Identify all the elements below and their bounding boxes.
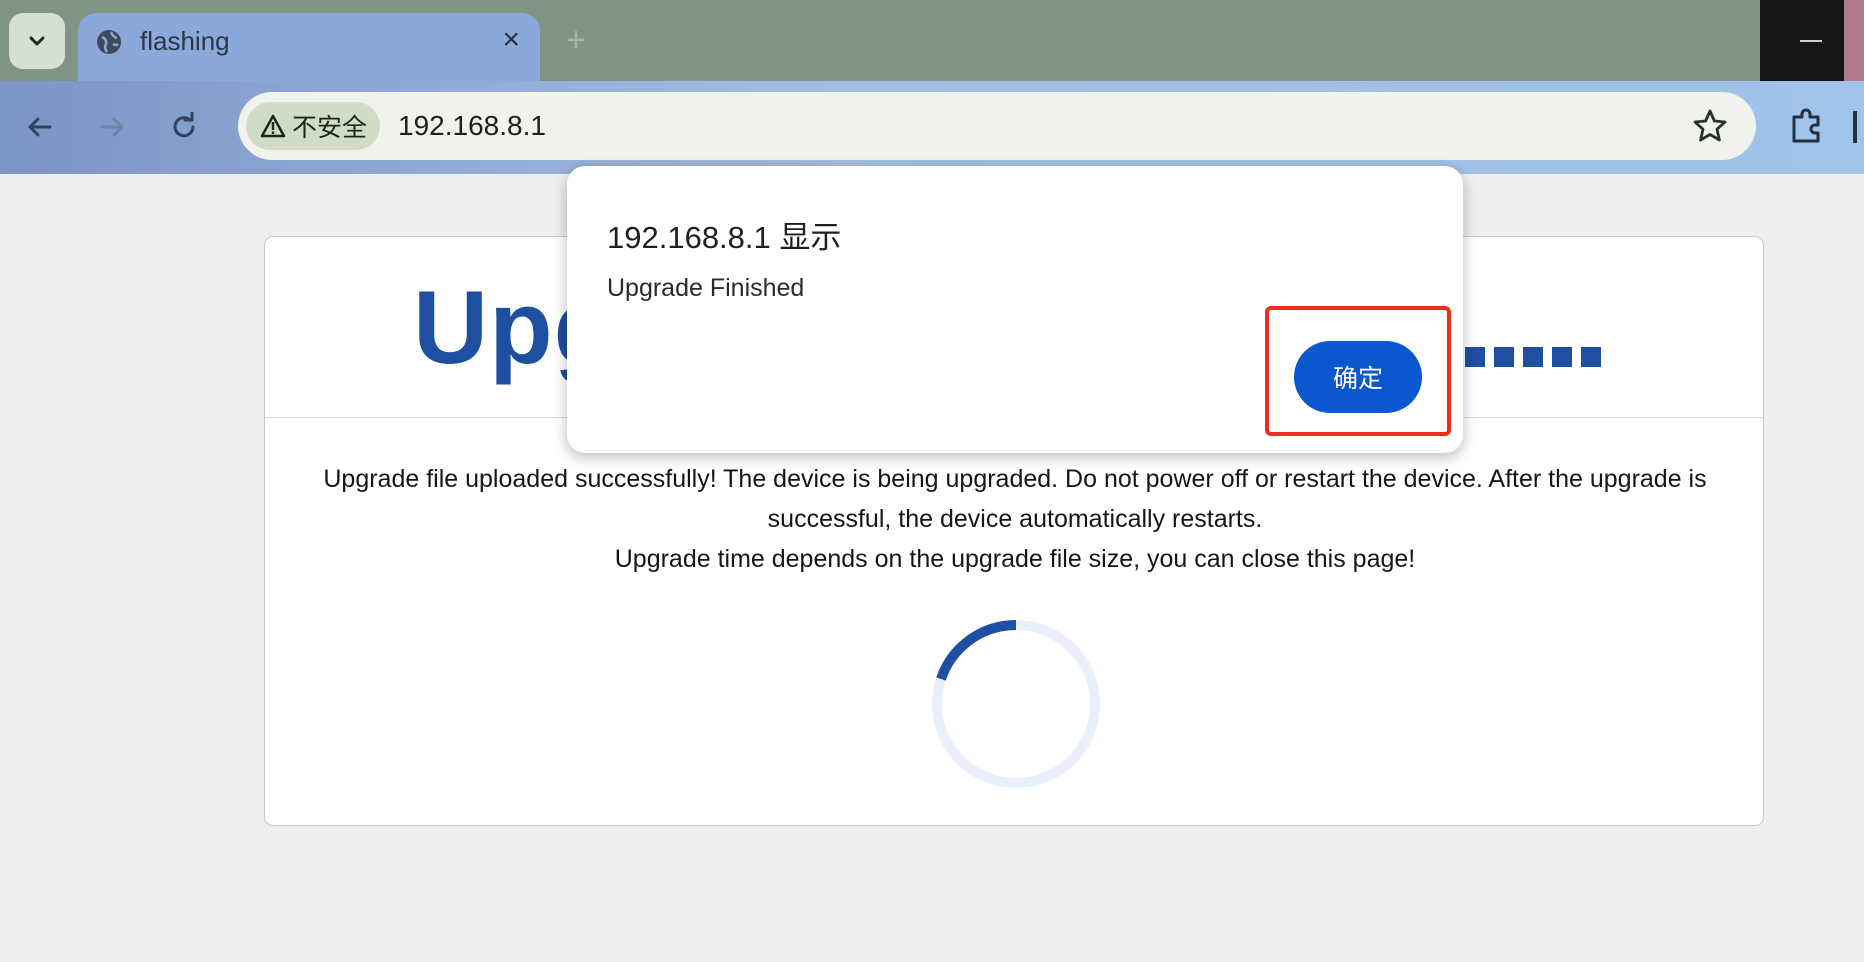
security-indicator[interactable]: 不安全: [246, 102, 380, 150]
chevron-down-icon: [29, 36, 45, 46]
forward-button[interactable]: [90, 105, 134, 149]
arrow-left-icon: [28, 117, 52, 137]
dialog-message: Upgrade Finished: [607, 274, 805, 302]
tab-strip: flashing × +: [0, 0, 1864, 81]
reload-icon: [173, 112, 195, 138]
progress-dots: [1465, 347, 1610, 372]
tab-search-button[interactable]: [9, 13, 65, 69]
loading-spinner: [932, 619, 1100, 788]
side-panel-icon[interactable]: [1852, 109, 1864, 145]
globe-icon: [97, 30, 121, 54]
minimize-button[interactable]: [1800, 40, 1822, 42]
arrow-right-icon: [100, 117, 124, 137]
url-text[interactable]: 192.168.8.1: [398, 110, 546, 142]
browser-tab[interactable]: flashing ×: [78, 13, 540, 81]
puzzle-icon[interactable]: [1786, 105, 1828, 147]
tab-close-button[interactable]: ×: [502, 23, 520, 57]
window-edge: [1844, 0, 1864, 81]
back-button[interactable]: [18, 105, 62, 149]
upgrade-message-line2: Upgrade time depends on the upgrade file…: [614, 545, 1416, 573]
browser-toolbar: 不安全 192.168.8.1: [0, 81, 1864, 174]
dialog-title: 192.168.8.1 显示: [607, 220, 842, 255]
address-bar[interactable]: 不安全 192.168.8.1: [238, 92, 1756, 160]
upgrade-message-line1: Upgrade file uploaded successfully! The …: [323, 465, 1707, 533]
reload-button[interactable]: [162, 105, 206, 149]
security-label: 不安全: [292, 114, 368, 142]
tab-title: flashing: [140, 26, 230, 56]
new-tab-button[interactable]: +: [566, 20, 586, 60]
warning-triangle-icon: [260, 114, 286, 138]
upgrade-message: Upgrade file uploaded successfully! The …: [301, 459, 1729, 579]
star-icon[interactable]: [1690, 106, 1730, 146]
ok-button-highlight: [1265, 306, 1451, 436]
